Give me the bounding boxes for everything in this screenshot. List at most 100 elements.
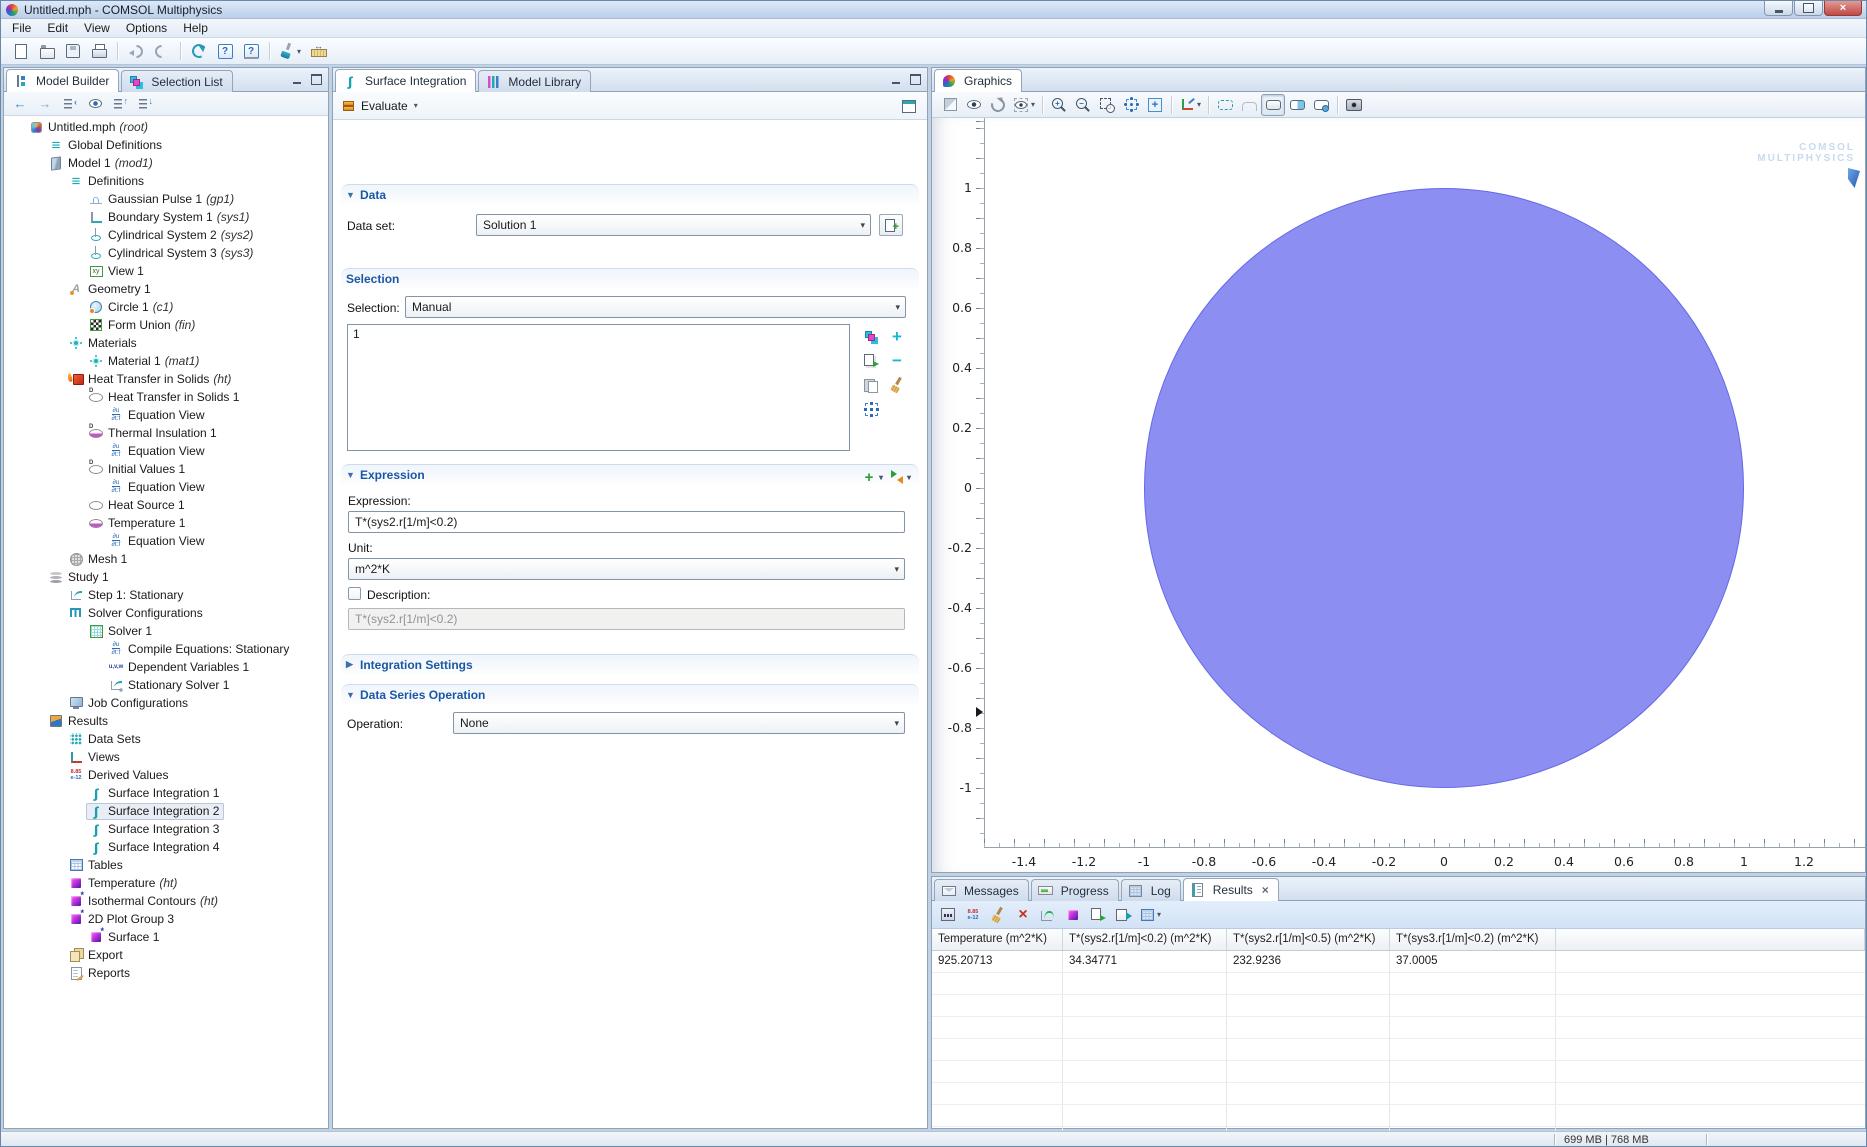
- tree-item-definitions[interactable]: Definitions: [4, 172, 328, 190]
- tree-item-job-configurations[interactable]: Job Configurations: [4, 694, 328, 712]
- tree-item-dependent-variables-1[interactable]: Dependent Variables 1: [4, 658, 328, 676]
- help-panel-button[interactable]: [897, 95, 921, 117]
- update-solution-button[interactable]: [187, 40, 211, 62]
- tree-item-solver-configurations[interactable]: Solver Configurations: [4, 604, 328, 622]
- tree-item-equation-view[interactable]: Equation View: [4, 406, 328, 424]
- paste-selection-button[interactable]: [859, 374, 883, 396]
- close-button[interactable]: ×: [1824, 1, 1862, 16]
- table-surface-button[interactable]: [1061, 904, 1085, 926]
- tree-item-heat-transfer-in-solids-ht[interactable]: Heat Transfer in Solids(ht): [4, 370, 328, 388]
- tree-item-surface-integration-4[interactable]: Surface Integration 4: [4, 838, 328, 856]
- evaluate-button[interactable]: Evaluate ▾: [341, 98, 418, 114]
- copy-table-button[interactable]: [1086, 904, 1110, 926]
- table-columns-button[interactable]: ▾: [1136, 904, 1164, 926]
- move-down-button[interactable]: [133, 93, 157, 115]
- tab-graphics[interactable]: Graphics: [934, 69, 1022, 92]
- table-row[interactable]: 925.2071334.34771232.923637.0005: [932, 951, 1865, 973]
- minimize-view-icon[interactable]: [888, 73, 903, 86]
- zoom-box-button[interactable]: [1095, 94, 1119, 116]
- visibility-button[interactable]: [962, 94, 986, 116]
- copy-selection-button[interactable]: [859, 350, 883, 372]
- select-button[interactable]: [1261, 94, 1285, 116]
- menu-view[interactable]: View: [76, 19, 118, 37]
- tree-item-equation-view[interactable]: Equation View: [4, 478, 328, 496]
- derived-values-button[interactable]: [961, 904, 985, 926]
- export-table-button[interactable]: [1111, 904, 1135, 926]
- minimize-button[interactable]: [1764, 1, 1793, 16]
- axis-views-button[interactable]: ▾: [1176, 94, 1204, 116]
- tree-item-isothermal-contours-ht[interactable]: Isothermal Contours(ht): [4, 892, 328, 910]
- description-checkbox[interactable]: [348, 587, 361, 600]
- tree-item-2d-plot-group-3[interactable]: 2D Plot Group 3: [4, 910, 328, 928]
- tree-item-derived-values[interactable]: Derived Values: [4, 766, 328, 784]
- tab-selection-list[interactable]: Selection List: [121, 70, 232, 92]
- expression-input[interactable]: T*(sys2.r[1/m]<0.2): [348, 511, 905, 533]
- back-button[interactable]: [8, 93, 32, 115]
- surface-plot-circle[interactable]: [1144, 188, 1744, 788]
- tab-log[interactable]: Log: [1121, 879, 1181, 901]
- refresh-button[interactable]: [986, 94, 1010, 116]
- help-button[interactable]: [213, 40, 237, 62]
- tree-item-form-union-fin[interactable]: Form Union(fin): [4, 316, 328, 334]
- tree-item-temperature-1[interactable]: Temperature 1: [4, 514, 328, 532]
- tree-item-global-definitions[interactable]: Global Definitions: [4, 136, 328, 154]
- collapse-all-button[interactable]: [58, 93, 82, 115]
- snapshot-button[interactable]: [1342, 94, 1366, 116]
- section-header-selection[interactable]: Selection: [341, 268, 919, 288]
- tree-item-cylindrical-system-3-sys3[interactable]: Cylindrical System 3(sys3): [4, 244, 328, 262]
- paste-select-button[interactable]: [1309, 94, 1333, 116]
- tree-item-mesh-1[interactable]: Mesh 1: [4, 550, 328, 568]
- tree-item-temperature-ht[interactable]: Temperature(ht): [4, 874, 328, 892]
- broom-button[interactable]: [986, 904, 1010, 926]
- tab-model-builder[interactable]: Model Builder: [6, 69, 119, 92]
- title-bar[interactable]: Untitled.mph - COMSOL Multiphysics ×: [1, 1, 1866, 19]
- tab-messages[interactable]: Messages: [934, 879, 1029, 901]
- deselect-button[interactable]: [1237, 94, 1261, 116]
- tree-item-tables[interactable]: Tables: [4, 856, 328, 874]
- context-help-button[interactable]: [239, 40, 263, 62]
- splitter-handle-icon[interactable]: [976, 707, 983, 717]
- maximize-button[interactable]: [1794, 1, 1823, 16]
- replace-expression-button[interactable]: ▾: [886, 466, 914, 488]
- menu-file[interactable]: File: [4, 19, 39, 37]
- tree-item-surface-1[interactable]: Surface 1: [4, 928, 328, 946]
- section-header-data[interactable]: ▼ Data: [341, 184, 919, 204]
- table-empty-row[interactable]: [932, 1105, 1865, 1127]
- maximize-view-icon[interactable]: [309, 73, 324, 86]
- results-table[interactable]: Temperature (m^2*K)T*(sys2.r[1/m]<0.2) (…: [932, 929, 1865, 1128]
- transparency-button[interactable]: [938, 94, 962, 116]
- tree-item-surface-integration-1[interactable]: Surface Integration 1: [4, 784, 328, 802]
- tree-item-material-1-mat1[interactable]: Material 1(mat1): [4, 352, 328, 370]
- table-empty-row[interactable]: [932, 1083, 1865, 1105]
- zoom-extents-button[interactable]: [1119, 94, 1143, 116]
- open-button[interactable]: [35, 40, 59, 62]
- tab-progress[interactable]: Progress: [1031, 879, 1119, 901]
- tree-item-circle-1-c1[interactable]: Circle 1(c1): [4, 298, 328, 316]
- menu-edit[interactable]: Edit: [39, 19, 76, 37]
- brush-button[interactable]: ▾: [276, 40, 304, 62]
- delete-button[interactable]: [1011, 904, 1035, 926]
- selection-cubes-button[interactable]: [859, 326, 883, 348]
- add-expression-button[interactable]: ▾: [858, 466, 886, 488]
- tree-item-equation-view[interactable]: Equation View: [4, 532, 328, 550]
- tree-item-stationary-solver-1[interactable]: Stationary Solver 1: [4, 676, 328, 694]
- tree-item-data-sets[interactable]: Data Sets: [4, 730, 328, 748]
- tree-item-initial-values-1[interactable]: Initial Values 1: [4, 460, 328, 478]
- tree-item-materials[interactable]: Materials: [4, 334, 328, 352]
- minimize-view-icon[interactable]: [289, 73, 304, 86]
- tab-surface-integration[interactable]: Surface Integration: [335, 69, 476, 92]
- tree-item-cylindrical-system-2-sys2[interactable]: Cylindrical System 2(sys2): [4, 226, 328, 244]
- tab-model-library[interactable]: Model Library: [478, 70, 591, 92]
- tree-item-thermal-insulation-1[interactable]: Thermal Insulation 1: [4, 424, 328, 442]
- zoom-full-button[interactable]: [1143, 94, 1167, 116]
- add-selection-button[interactable]: [885, 326, 909, 348]
- tree-item-step-1-stationary[interactable]: Step 1: Stationary: [4, 586, 328, 604]
- dataset-select[interactable]: Solution 1: [476, 214, 871, 236]
- show-button[interactable]: [83, 93, 107, 115]
- new-dataset-button[interactable]: [879, 214, 903, 236]
- tree-item-reports[interactable]: Reports: [4, 964, 328, 982]
- tree-item-boundary-system-1-sys1[interactable]: Boundary System 1(sys1): [4, 208, 328, 226]
- tree-item-surface-integration-2[interactable]: Surface Integration 2: [4, 802, 328, 820]
- close-tab-icon[interactable]: ×: [1262, 885, 1269, 895]
- tree-item-surface-integration-3[interactable]: Surface Integration 3: [4, 820, 328, 838]
